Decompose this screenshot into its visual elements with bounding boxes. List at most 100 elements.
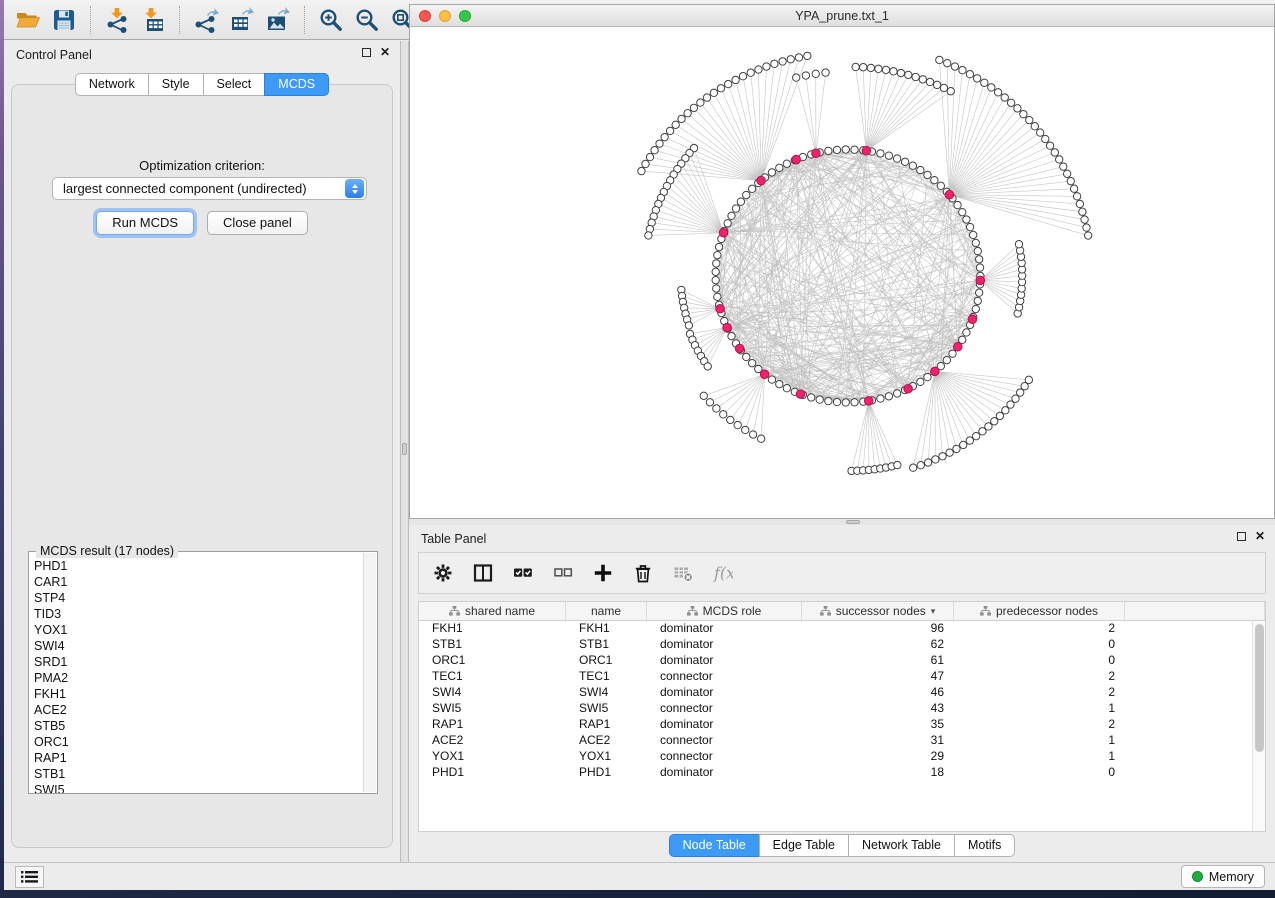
column-header-MCDS-role[interactable]: MCDS role [647,602,802,620]
tab-select[interactable]: Select [203,73,266,96]
mcds-result-list: PHD1CAR1STP4TID3YOX1SWI4SRD1PMA2FKH1ACE2… [29,554,362,793]
scrollbar-thumb[interactable] [1255,624,1264,752]
network-window: YPA_prune.txt_1 [409,4,1275,519]
mcds-result-item[interactable]: FKH1 [34,686,362,702]
table-row[interactable]: TEC1TEC1connector472 [419,669,1265,685]
svg-text:f(x): f(x) [713,564,733,583]
select-all-button[interactable] [511,561,535,585]
trash-button[interactable] [631,561,655,585]
tab-edge-table[interactable]: Edge Table [759,834,849,857]
mcds-result-item[interactable]: STP4 [34,590,362,606]
export-network-button[interactable] [188,3,224,37]
table-panel-header: Table Panel ✕ [409,525,1275,551]
export-image-button[interactable] [260,3,296,37]
panel-menu-button[interactable] [15,866,44,888]
float-table-panel-icon[interactable] [1237,532,1246,541]
table-row[interactable]: ACE2ACE2connector311 [419,733,1265,749]
export-table-button[interactable] [224,3,260,37]
mcds-result-item[interactable]: STB5 [34,718,362,734]
gear-button[interactable] [431,561,455,585]
zoom-out-button[interactable] [349,3,385,37]
zoom-in-button[interactable] [313,3,349,37]
table-row[interactable]: SWI4SWI4dominator462 [419,685,1265,701]
column-header-successor-nodes[interactable]: successor nodes▾ [802,602,954,620]
column-header-shared-name[interactable]: shared name [419,602,566,620]
mcds-result-item[interactable]: STB1 [34,766,362,782]
mcds-result-item[interactable]: ORC1 [34,734,362,750]
mcds-result-item[interactable]: SWI4 [34,638,362,654]
table-cell: RAP1 [419,717,566,733]
column-namespace-icon [980,606,991,616]
table-row[interactable]: PHD1PHD1dominator180 [419,765,1265,781]
table-cell: YOX1 [566,749,647,765]
mcds-result-item[interactable]: YOX1 [34,622,362,638]
memory-button[interactable]: Memory [1181,865,1265,888]
network-canvas[interactable] [410,27,1274,518]
table-row[interactable]: ORC1ORC1dominator610 [419,653,1265,669]
table-row[interactable]: RAP1RAP1dominator352 [419,717,1265,733]
status-bar: Memory [4,862,1275,890]
table-row[interactable]: YOX1YOX1connector291 [419,749,1265,765]
table-toolbar: f(x) [418,552,1266,594]
columns-button[interactable] [471,561,495,585]
import-table-button[interactable] [135,3,171,37]
run-mcds-button[interactable]: Run MCDS [96,211,194,235]
optimization-criterion-select[interactable]: largest connected component (undirected) [52,177,367,200]
node-table-body: FKH1FKH1dominator962STB1STB1dominator620… [419,621,1265,781]
tab-motifs[interactable]: Motifs [954,834,1015,857]
toolbar-separator [304,6,305,34]
mcds-tab-content: Optimization criterion: largest connecte… [11,84,393,848]
vertical-splitter[interactable] [400,41,409,862]
table-cell: 1 [954,733,1125,749]
toolbar-separator [179,6,180,34]
close-panel-button[interactable]: Close panel [207,211,308,235]
mcds-result-item[interactable]: PHD1 [34,558,362,574]
table-cell: 1 [954,749,1125,765]
tab-style[interactable]: Style [148,73,204,96]
node-table-scrollbar[interactable] [1252,621,1265,831]
mcds-result-item[interactable]: SRD1 [34,654,362,670]
import-network-button[interactable] [99,3,135,37]
tab-node-table[interactable]: Node Table [669,834,760,857]
table-cell: TEC1 [566,669,647,685]
unselect-all-button[interactable] [551,561,575,585]
table-cell: PHD1 [419,765,566,781]
add-button[interactable] [591,561,615,585]
open-folder-button[interactable] [10,3,46,37]
table-cell: connector [647,669,802,685]
table-cell: ORC1 [419,653,566,669]
column-header-name[interactable]: name [566,602,647,620]
horizontal-splitter-grip[interactable] [846,520,860,524]
tab-network-table[interactable]: Network Table [848,834,955,857]
table-row[interactable]: FKH1FKH1dominator962 [419,621,1265,637]
table-cell: SWI4 [566,685,647,701]
column-header-predecessor-nodes[interactable]: predecessor nodes [954,602,1125,620]
close-table-panel-icon[interactable]: ✕ [1255,531,1265,542]
close-panel-icon[interactable]: ✕ [380,47,390,58]
tab-mcds[interactable]: MCDS [264,73,329,96]
table-cell: 29 [802,749,954,765]
table-cell: 2 [954,669,1125,685]
delete-table-button[interactable] [671,561,695,585]
vertical-splitter-grip[interactable] [402,443,407,455]
mcds-result-item[interactable]: PMA2 [34,670,362,686]
float-panel-icon[interactable] [362,48,371,57]
save-button[interactable] [46,3,82,37]
mcds-result-item[interactable]: CAR1 [34,574,362,590]
mcds-result-item[interactable]: RAP1 [34,750,362,766]
table-cell: SWI4 [419,685,566,701]
function-button[interactable]: f(x) [711,561,735,585]
mcds-result-item[interactable]: TID3 [34,606,362,622]
mcds-result-item[interactable]: SWI5 [34,782,362,793]
table-cell: connector [647,749,802,765]
mcds-result-scrollbar[interactable] [363,553,376,792]
table-panel-tabs: Node TableEdge TableNetwork TableMotifs [409,834,1275,857]
table-row[interactable]: SWI5SWI5connector431 [419,701,1265,717]
mcds-result-item[interactable]: ACE2 [34,702,362,718]
tab-network[interactable]: Network [75,73,149,96]
sort-menu-icon[interactable]: ▾ [931,606,936,617]
table-row[interactable]: STB1STB1dominator620 [419,637,1265,653]
node-table-header: shared namenameMCDS rolesuccessor nodes▾… [419,602,1265,621]
network-window-titlebar[interactable]: YPA_prune.txt_1 [410,5,1274,27]
control-panel: Control Panel ✕ Optimization criterion: … [4,41,400,862]
